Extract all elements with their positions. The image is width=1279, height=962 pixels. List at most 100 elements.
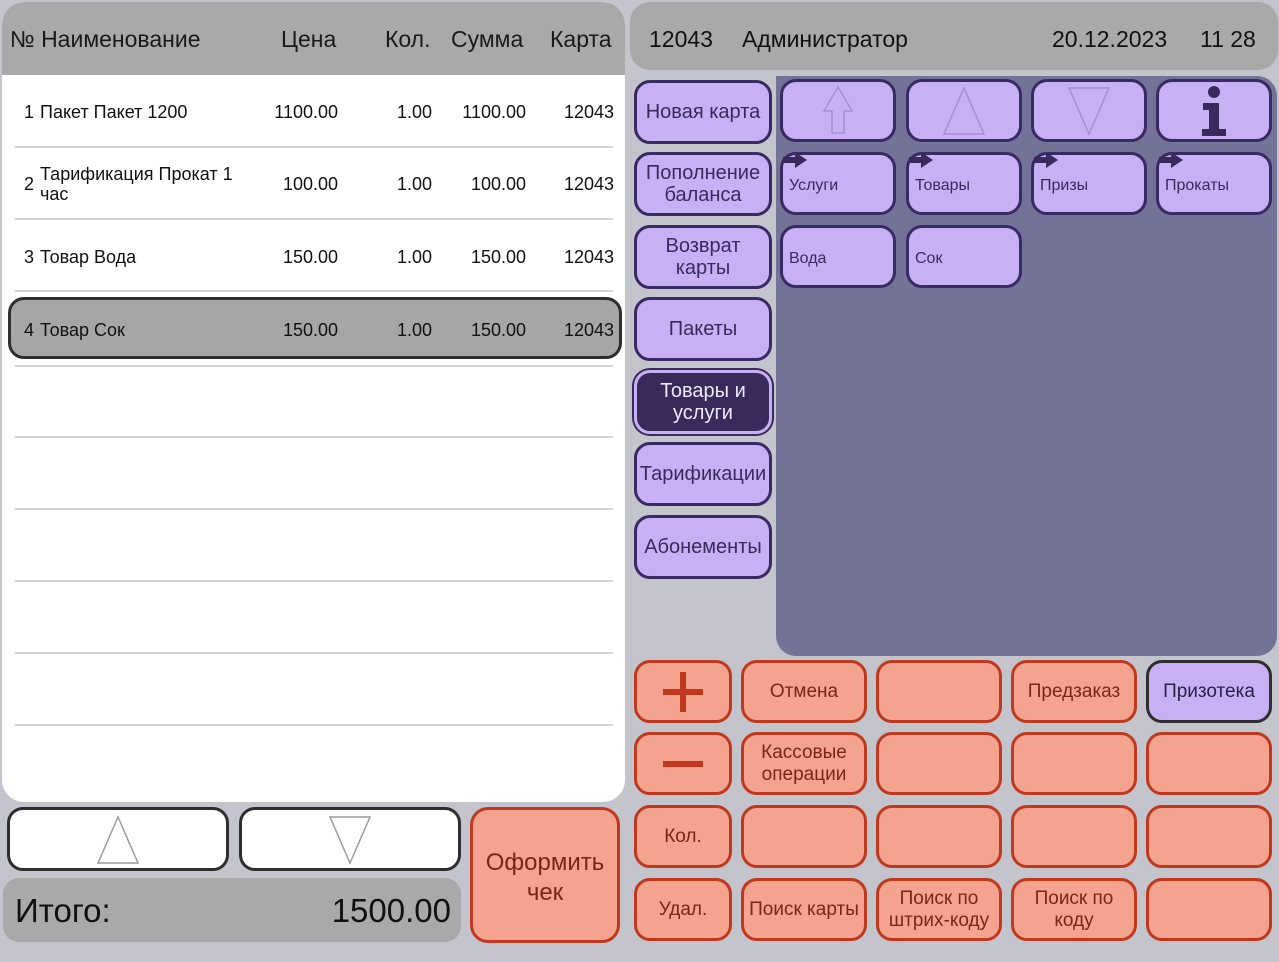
info-icon <box>1202 85 1226 136</box>
delete-button[interactable]: Удал. <box>634 878 732 941</box>
row-qty: 1.00 <box>396 247 432 267</box>
category-balance-topup[interactable]: Пополнение баланса <box>634 152 772 216</box>
empty-function-button[interactable] <box>741 805 867 868</box>
row-name: Товар Вода <box>40 247 137 267</box>
row-price: 1100.00 <box>274 102 338 122</box>
folder-arrow-icon <box>1159 152 1183 168</box>
empty-function-button[interactable] <box>1011 732 1137 795</box>
folder-goods[interactable]: Товары <box>906 152 1022 215</box>
row-card: 12043 <box>563 174 614 194</box>
category-tariffs[interactable]: Тарификации <box>634 442 772 506</box>
card-id: 12043 <box>649 26 713 52</box>
folder-label: Прокаты <box>1165 177 1230 194</box>
category-card-return[interactable]: Возврат карты <box>634 225 772 289</box>
col-qty-header: Кол. <box>385 26 431 52</box>
back-up-icon <box>822 85 854 134</box>
total-value: 1500.00 <box>331 892 451 929</box>
empty-function-button[interactable] <box>1146 805 1272 868</box>
folder-services[interactable]: Услуги <box>780 152 896 215</box>
up-arrow-icon <box>96 815 140 864</box>
row-number: 3 <box>24 247 35 267</box>
folder-arrow-icon <box>909 152 933 168</box>
row-name: Тарификация Прокат 1 час <box>40 164 233 204</box>
preorder-button[interactable]: Предзаказ <box>1011 660 1137 723</box>
empty-function-button[interactable] <box>876 732 1002 795</box>
plus-button[interactable] <box>634 660 732 723</box>
product-juice[interactable]: Сок <box>906 225 1022 288</box>
plus-icon <box>663 671 703 712</box>
folder-arrow-icon <box>1034 152 1058 168</box>
table-header: № Наименование Цена Кол. Сумма Карта <box>2 2 625 75</box>
nav-back-up-button[interactable] <box>780 79 896 142</box>
status-bar: 12043 Администратор 20.12.2023 11 28 <box>630 2 1278 70</box>
folder-label: Услуги <box>789 177 839 194</box>
minus-button[interactable] <box>634 732 732 795</box>
cash-operations-button[interactable]: Кассовые операции <box>741 732 867 795</box>
find-card-button[interactable]: Поиск карты <box>741 878 867 941</box>
down-arrow-icon <box>328 816 372 865</box>
row-qty: 1.00 <box>396 102 432 122</box>
find-code-button[interactable]: Поиск по коду <box>1011 878 1137 941</box>
col-price-header: Цена <box>281 26 337 52</box>
folder-label: Товары <box>915 177 971 194</box>
row-divider <box>15 290 613 292</box>
col-card-header: Карта <box>550 26 612 52</box>
empty-row <box>2 510 625 582</box>
empty-row <box>2 366 625 438</box>
empty-row <box>2 438 625 510</box>
folder-prizes[interactable]: Призы <box>1031 152 1147 215</box>
empty-function-button[interactable] <box>876 805 1002 868</box>
find-barcode-button[interactable]: Поиск по штрих-коду <box>876 878 1002 941</box>
prize-shop-button[interactable]: Призотека <box>1146 660 1272 723</box>
table-scroll-down-button[interactable] <box>239 807 461 871</box>
down-arrow-icon <box>1067 86 1111 136</box>
folder-arrow-icon <box>783 152 807 168</box>
category-goods-services[interactable]: Товары и услуги <box>634 370 772 434</box>
product-label: Вода <box>789 250 827 267</box>
empty-function-button[interactable] <box>1146 878 1272 941</box>
user-role: Администратор <box>742 26 908 52</box>
row-number: 2 <box>24 174 35 194</box>
empty-function-button[interactable] <box>1011 805 1137 868</box>
nav-down-button[interactable] <box>1031 79 1147 142</box>
total-label: Итого: <box>15 892 111 929</box>
checkout-button[interactable]: Оформить чек <box>470 807 620 943</box>
empty-row <box>2 294 625 367</box>
total-box: Итого: 1500.00 <box>3 878 461 942</box>
row-price: 100.00 <box>282 174 338 194</box>
info-button[interactable] <box>1156 79 1272 142</box>
row-price: 150.00 <box>282 247 338 267</box>
row-sum: 150.00 <box>470 247 526 267</box>
row-card: 12043 <box>563 102 614 122</box>
row-sum: 1100.00 <box>462 102 526 122</box>
product-label: Сок <box>915 250 943 267</box>
table-row[interactable]: 2 Тарификация Прокат 1 час 100.00 1.00 1… <box>2 148 625 220</box>
folder-rentals[interactable]: Прокаты <box>1156 152 1272 215</box>
minus-icon <box>663 760 703 767</box>
up-arrow-icon <box>942 85 986 135</box>
row-divider <box>15 724 613 726</box>
row-card: 12043 <box>563 247 614 267</box>
nav-up-button[interactable] <box>906 79 1022 142</box>
category-packages[interactable]: Пакеты <box>634 297 772 361</box>
empty-function-button[interactable] <box>1146 732 1272 795</box>
folder-label: Призы <box>1040 177 1089 194</box>
category-subscriptions[interactable]: Абонементы <box>634 515 772 579</box>
date-display: 20.12.2023 <box>1052 26 1168 52</box>
col-name-header: № Наименование <box>10 26 201 52</box>
cancel-button[interactable]: Отмена <box>741 660 867 723</box>
order-table: № Наименование Цена Кол. Сумма Карта 1 П… <box>2 2 625 802</box>
table-row[interactable]: 3 Товар Вода 150.00 1.00 150.00 12043 <box>2 220 625 292</box>
row-qty: 1.00 <box>396 174 432 194</box>
quantity-button[interactable]: Кол. <box>634 805 732 868</box>
empty-row <box>2 654 625 726</box>
empty-row <box>2 582 625 654</box>
empty-function-button[interactable] <box>876 660 1002 723</box>
row-number: 1 <box>24 102 35 122</box>
col-sum-header: Сумма <box>451 26 524 52</box>
category-new-card[interactable]: Новая карта <box>634 80 772 144</box>
table-row[interactable]: 1 Пакет Пакет 1200 1100.00 1.00 1100.00 … <box>2 76 625 148</box>
table-scroll-up-button[interactable] <box>7 807 229 871</box>
product-water[interactable]: Вода <box>780 225 896 288</box>
time-display: 11 28 <box>1200 26 1256 52</box>
